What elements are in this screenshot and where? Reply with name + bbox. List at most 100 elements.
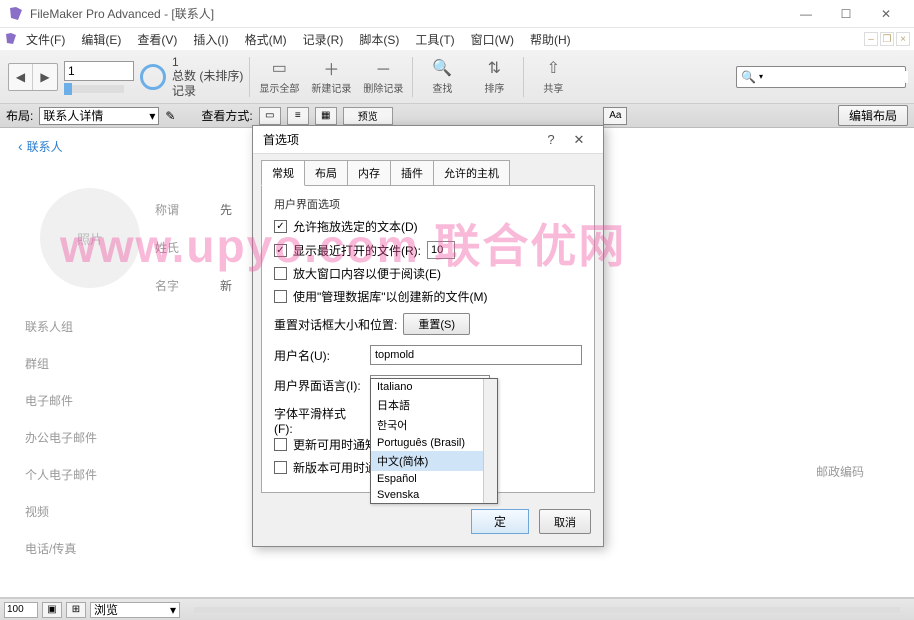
dialog-titlebar: 首选项 ? ✕ bbox=[253, 126, 603, 154]
dropdown-scrollbar[interactable] bbox=[483, 379, 497, 503]
recent-number-input[interactable] bbox=[427, 241, 455, 259]
child-close[interactable]: × bbox=[896, 32, 910, 46]
divider bbox=[523, 57, 524, 97]
search-icon: 🔍 bbox=[741, 70, 756, 84]
ui-options-group: 用户界面选项 bbox=[274, 196, 582, 212]
tab-memory[interactable]: 内存 bbox=[347, 160, 391, 186]
dropdown-caret-icon: ▾ bbox=[759, 72, 763, 81]
search-input[interactable] bbox=[766, 71, 908, 83]
aa-button[interactable]: Aa bbox=[603, 107, 627, 125]
lang-option[interactable]: 日本語 bbox=[371, 395, 497, 415]
menu-format[interactable]: 格式(M) bbox=[237, 29, 295, 50]
view-list-button[interactable]: ≡ bbox=[287, 107, 309, 125]
value-firstname[interactable]: 新 bbox=[220, 266, 232, 304]
reset-button[interactable]: 重置(S) bbox=[403, 313, 470, 335]
preview-button[interactable]: 预览 bbox=[343, 107, 393, 125]
section-phone: 电话/传真 bbox=[25, 540, 97, 557]
menu-scripts[interactable]: 脚本(S) bbox=[351, 29, 407, 50]
find-button[interactable]: 🔍查找 bbox=[419, 58, 465, 95]
menu-insert[interactable]: 插入(I) bbox=[185, 29, 236, 50]
back-link[interactable]: ‹ 联系人 bbox=[18, 138, 63, 154]
show-all-button[interactable]: ▭显示全部 bbox=[256, 58, 302, 95]
checkbox-drag[interactable]: ✓ bbox=[274, 220, 287, 233]
minimize-button[interactable]: — bbox=[786, 3, 826, 25]
ok-button[interactable]: 定 bbox=[471, 509, 529, 534]
dialog-footer: 定 取消 bbox=[253, 501, 603, 546]
child-minimize[interactable]: – bbox=[864, 32, 878, 46]
delete-record-button[interactable]: －删除记录 bbox=[360, 58, 406, 95]
view-label: 查看方式: bbox=[201, 107, 252, 124]
menu-tools[interactable]: 工具(T) bbox=[407, 29, 462, 50]
edit-layout-button[interactable]: 编辑布局 bbox=[838, 105, 908, 126]
search-box[interactable]: 🔍▾ bbox=[736, 66, 906, 88]
maximize-button[interactable]: ☐ bbox=[826, 3, 866, 25]
lang-option[interactable]: Português (Brasil) bbox=[371, 435, 497, 451]
tab-general[interactable]: 常规 bbox=[261, 160, 305, 186]
checkbox-update-new[interactable] bbox=[274, 461, 287, 474]
tab-layout[interactable]: 布局 bbox=[304, 160, 348, 186]
new-record-button[interactable]: ＋新建记录 bbox=[308, 58, 354, 95]
status-bar: ▣ ⊞ 浏览▾ bbox=[0, 598, 914, 620]
sort-button[interactable]: ⇅排序 bbox=[471, 58, 517, 95]
tab-hosts[interactable]: 允许的主机 bbox=[433, 160, 510, 186]
child-window-controls: – ❐ × bbox=[864, 32, 910, 46]
menu-app-icon bbox=[4, 32, 18, 46]
toggle-toolbar-button[interactable]: ⊞ bbox=[66, 602, 86, 618]
opt-manage-row: 使用"管理数据库"以创建新的文件(M) bbox=[274, 288, 582, 305]
value-lastname[interactable] bbox=[220, 228, 232, 266]
username-input[interactable] bbox=[370, 345, 582, 365]
menu-help[interactable]: 帮助(H) bbox=[522, 29, 579, 50]
record-number-input[interactable] bbox=[64, 61, 134, 81]
share-button[interactable]: ⇧共享 bbox=[530, 58, 576, 95]
layout-dropdown[interactable]: 联系人详情▾ bbox=[39, 107, 159, 125]
pencil-icon[interactable]: ✎ bbox=[165, 109, 175, 123]
cancel-button[interactable]: 取消 bbox=[539, 509, 591, 534]
total-number: 1 bbox=[172, 55, 243, 69]
lang-option[interactable]: Italiano bbox=[371, 379, 497, 395]
photo-placeholder[interactable]: 照片 bbox=[40, 188, 140, 288]
search-icon: 🔍 bbox=[432, 58, 452, 78]
label-title: 称谓 bbox=[155, 190, 205, 228]
tab-plugins[interactable]: 插件 bbox=[390, 160, 434, 186]
checkbox-enlarge[interactable] bbox=[274, 267, 287, 280]
mode-dropdown[interactable]: 浏览▾ bbox=[90, 602, 180, 618]
dialog-help-button[interactable]: ? bbox=[537, 132, 565, 147]
label-recent: 显示最近打开的文件(R): bbox=[293, 242, 421, 259]
close-button[interactable]: ✕ bbox=[866, 3, 906, 25]
section-office-email: 办公电子邮件 bbox=[25, 429, 97, 446]
menu-window[interactable]: 窗口(W) bbox=[463, 29, 522, 50]
menu-edit[interactable]: 编辑(E) bbox=[73, 29, 129, 50]
checkbox-manage[interactable] bbox=[274, 290, 287, 303]
view-form-button[interactable]: ▭ bbox=[259, 107, 281, 125]
nav-next-button[interactable]: ▶ bbox=[33, 64, 57, 90]
label-font: 字体平滑样式(F): bbox=[274, 405, 362, 436]
titlebar: FileMaker Pro Advanced - [联系人] — ☐ ✕ bbox=[0, 0, 914, 28]
menu-file[interactable]: 文件(F) bbox=[18, 29, 73, 50]
menu-view[interactable]: 查看(V) bbox=[129, 29, 185, 50]
record-slider[interactable] bbox=[64, 85, 124, 93]
dialog-close-button[interactable]: ✕ bbox=[565, 132, 593, 148]
checkbox-recent[interactable]: ✓ bbox=[274, 244, 287, 257]
pie-indicator-icon bbox=[140, 64, 166, 90]
child-restore[interactable]: ❐ bbox=[880, 32, 894, 46]
toggle-panel-button[interactable]: ▣ bbox=[42, 602, 62, 618]
zoom-input[interactable] bbox=[4, 602, 38, 618]
checkbox-update-avail[interactable] bbox=[274, 438, 287, 451]
label-manage: 使用"管理数据库"以创建新的文件(M) bbox=[293, 288, 488, 305]
total-label: 总数 (未排序) bbox=[172, 69, 243, 83]
share-icon: ⇧ bbox=[543, 58, 563, 78]
view-table-button[interactable]: ▦ bbox=[315, 107, 337, 125]
username-row: 用户名(U): bbox=[274, 345, 582, 365]
value-title[interactable]: 先 bbox=[220, 190, 232, 228]
lang-option[interactable]: Español bbox=[371, 471, 497, 487]
menu-records[interactable]: 记录(R) bbox=[295, 29, 352, 50]
label-firstname: 名字 bbox=[155, 266, 205, 304]
form-values: 先 新 bbox=[220, 190, 232, 304]
status-slider[interactable] bbox=[194, 607, 900, 613]
divider bbox=[412, 57, 413, 97]
lang-option[interactable]: 한국어 bbox=[371, 415, 497, 435]
lang-option[interactable]: Svenska bbox=[371, 487, 497, 503]
lang-option-selected[interactable]: 中文(简体) bbox=[371, 451, 497, 471]
section-personal-email: 个人电子邮件 bbox=[25, 466, 97, 483]
nav-prev-button[interactable]: ◀ bbox=[9, 64, 33, 90]
